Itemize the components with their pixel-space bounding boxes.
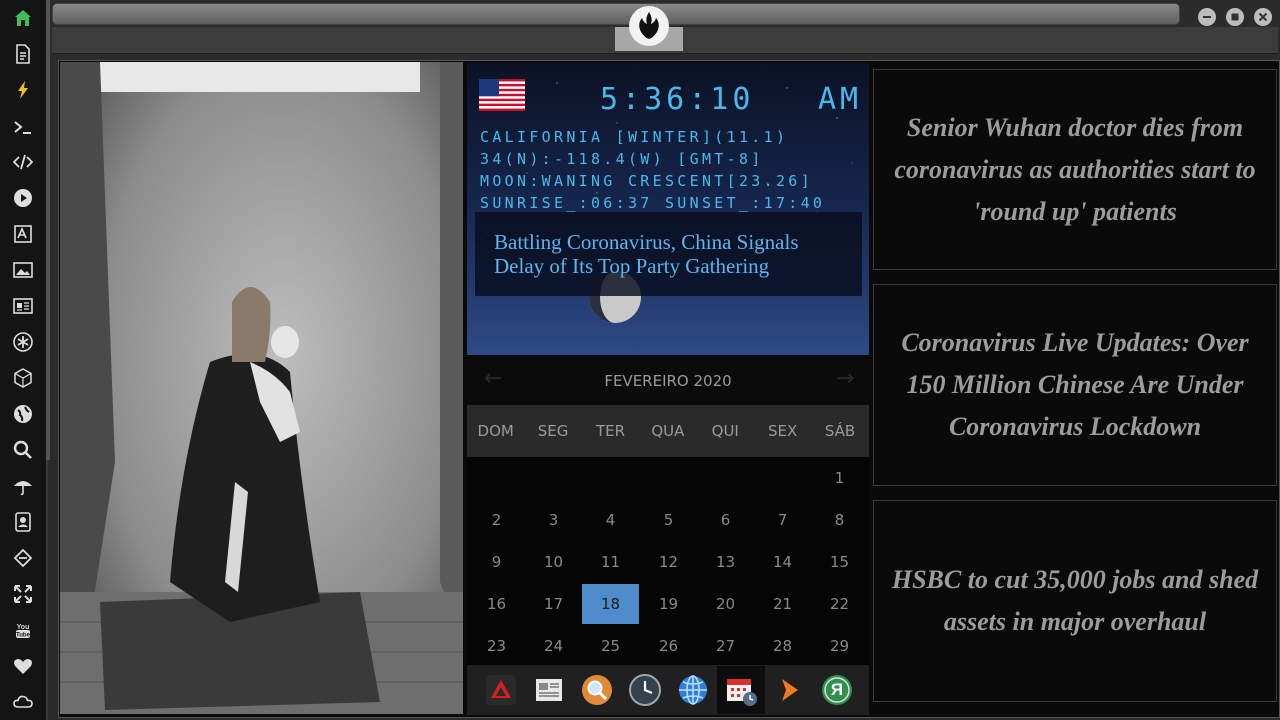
- news-card[interactable]: Senior Wuhan doctor dies from coronaviru…: [873, 69, 1277, 270]
- calendar-day[interactable]: 20: [697, 584, 754, 624]
- calendar-day[interactable]: 14: [754, 542, 811, 582]
- calendar-day[interactable]: 9: [468, 542, 525, 582]
- weekday-label: QUI: [711, 422, 739, 440]
- calendar-day[interactable]: 13: [697, 542, 754, 582]
- calendar-day[interactable]: 17: [525, 584, 582, 624]
- code-icon[interactable]: [11, 150, 35, 174]
- calendar-day[interactable]: 16: [468, 584, 525, 624]
- calendar-day[interactable]: 12: [640, 542, 697, 582]
- calendar-day-today[interactable]: 18: [582, 584, 639, 624]
- weekday-label: TER: [595, 422, 625, 440]
- weekday-label: SÁB: [824, 422, 856, 440]
- close-button[interactable]: [1254, 8, 1272, 26]
- clock-time: 5:36:10: [600, 82, 755, 117]
- calendar-day[interactable]: 29: [811, 626, 868, 666]
- calendar-day[interactable]: 8: [811, 500, 868, 540]
- sunrise-sunset-line: SUNRISE_:06:37 SUNSET_:17:40: [480, 194, 826, 212]
- search-icon[interactable]: [11, 438, 35, 462]
- calendar-weekday-row: DOM SEG TER QUA QUI SEX SÁB: [467, 405, 869, 457]
- youtube-icon[interactable]: You Tube: [11, 618, 35, 642]
- home-icon[interactable]: [11, 6, 35, 30]
- calendar-prev-button[interactable]: ←: [484, 366, 502, 391]
- svg-text:You: You: [17, 624, 30, 631]
- news-headline: Coronavirus Live Updates: Over 150 Milli…: [901, 328, 1249, 441]
- weekday-label: QUA: [651, 422, 685, 440]
- calendar-day[interactable]: 2: [468, 500, 525, 540]
- newspaper-icon[interactable]: [11, 294, 35, 318]
- play-icon[interactable]: [11, 186, 35, 210]
- asterisk-icon[interactable]: [11, 330, 35, 354]
- usa-flag-icon: [479, 79, 525, 111]
- calendar-day[interactable]: 21: [754, 584, 811, 624]
- lightning-icon[interactable]: [11, 78, 35, 102]
- calendar-month-label: FEVEREIRO 2020: [604, 372, 732, 390]
- calendar-day[interactable]: 6: [697, 500, 754, 540]
- image-icon[interactable]: [11, 258, 35, 282]
- news-headline: Senior Wuhan doctor dies from coronaviru…: [894, 112, 1256, 226]
- black-and-white-photo: [60, 62, 463, 714]
- calendar-day[interactable]: 5: [640, 500, 697, 540]
- svg-text:Tube: Tube: [16, 633, 31, 639]
- news-app-icon[interactable]: [530, 671, 568, 709]
- calendar-day[interactable]: 27: [697, 626, 754, 666]
- clock-headline-link[interactable]: Battling Coronavirus, China Signals Dela…: [494, 230, 844, 278]
- link-icon[interactable]: [11, 546, 35, 570]
- news-card[interactable]: Coronavirus Live Updates: Over 150 Milli…: [873, 284, 1277, 486]
- translate-icon[interactable]: [11, 222, 35, 246]
- address-bar[interactable]: [52, 3, 1180, 25]
- red-triangle-app-icon[interactable]: [482, 671, 520, 709]
- calendar-day[interactable]: 7: [754, 500, 811, 540]
- left-sidebar: You Tube: [0, 0, 48, 720]
- location-line: CALIFORNIA [WINTER](11.1): [480, 128, 789, 146]
- calendar-day[interactable]: 24: [525, 626, 582, 666]
- cloud-icon[interactable]: [11, 690, 35, 714]
- calendar-day[interactable]: 4: [582, 500, 639, 540]
- expand-icon[interactable]: [11, 582, 35, 606]
- heart-icon[interactable]: [11, 654, 35, 678]
- moon-phase-line: MOON:WANING CRESCENT[23.26]: [480, 172, 813, 190]
- search-app-icon[interactable]: [578, 671, 616, 709]
- calendar-day[interactable]: 25: [582, 626, 639, 666]
- cube-icon[interactable]: [11, 366, 35, 390]
- minimize-button[interactable]: [1198, 8, 1216, 26]
- weekday-label: SEX: [768, 422, 798, 440]
- umbrella-icon[interactable]: [11, 474, 35, 498]
- weekday-label: SEG: [537, 422, 569, 440]
- contacts-icon[interactable]: [11, 510, 35, 534]
- calendar-day[interactable]: 19: [640, 584, 697, 624]
- app-dock: [467, 665, 869, 715]
- calendar-day[interactable]: 10: [525, 542, 582, 582]
- document-icon[interactable]: [11, 42, 35, 66]
- weekday-label: DOM: [477, 422, 514, 440]
- calendar-day[interactable]: 23: [468, 626, 525, 666]
- news-card[interactable]: HSBC to cut 35,000 jobs and shed assets …: [873, 500, 1277, 702]
- sidebar-scrollbar[interactable]: [46, 0, 50, 460]
- globe-icon[interactable]: [11, 402, 35, 426]
- calendar-app-icon[interactable]: [717, 666, 765, 714]
- coordinates-line: 34(N):-118.4(W) [GMT-8]: [480, 150, 764, 168]
- news-headline: HSBC to cut 35,000 jobs and shed assets …: [891, 565, 1259, 636]
- calendar-day[interactable]: 3: [525, 500, 582, 540]
- arrow-app-icon[interactable]: [770, 671, 808, 709]
- calendar-day[interactable]: 1: [811, 458, 868, 498]
- calendar-day[interactable]: 11: [582, 542, 639, 582]
- rebel-alliance-logo-icon[interactable]: [629, 6, 669, 46]
- calendar-day[interactable]: 28: [754, 626, 811, 666]
- clock-app-icon[interactable]: [626, 671, 664, 709]
- clock-ampm: AM: [818, 82, 863, 117]
- terminal-icon[interactable]: [11, 115, 35, 139]
- globe-app-icon[interactable]: [674, 671, 712, 709]
- yandex-app-label: Я: [830, 680, 844, 699]
- calendar-day[interactable]: 22: [811, 584, 868, 624]
- maximize-button[interactable]: [1226, 8, 1244, 26]
- calendar-day[interactable]: 15: [811, 542, 868, 582]
- calendar-next-button[interactable]: →: [836, 366, 854, 391]
- yandex-app-icon[interactable]: Я: [818, 671, 856, 709]
- calendar-day[interactable]: 26: [640, 626, 697, 666]
